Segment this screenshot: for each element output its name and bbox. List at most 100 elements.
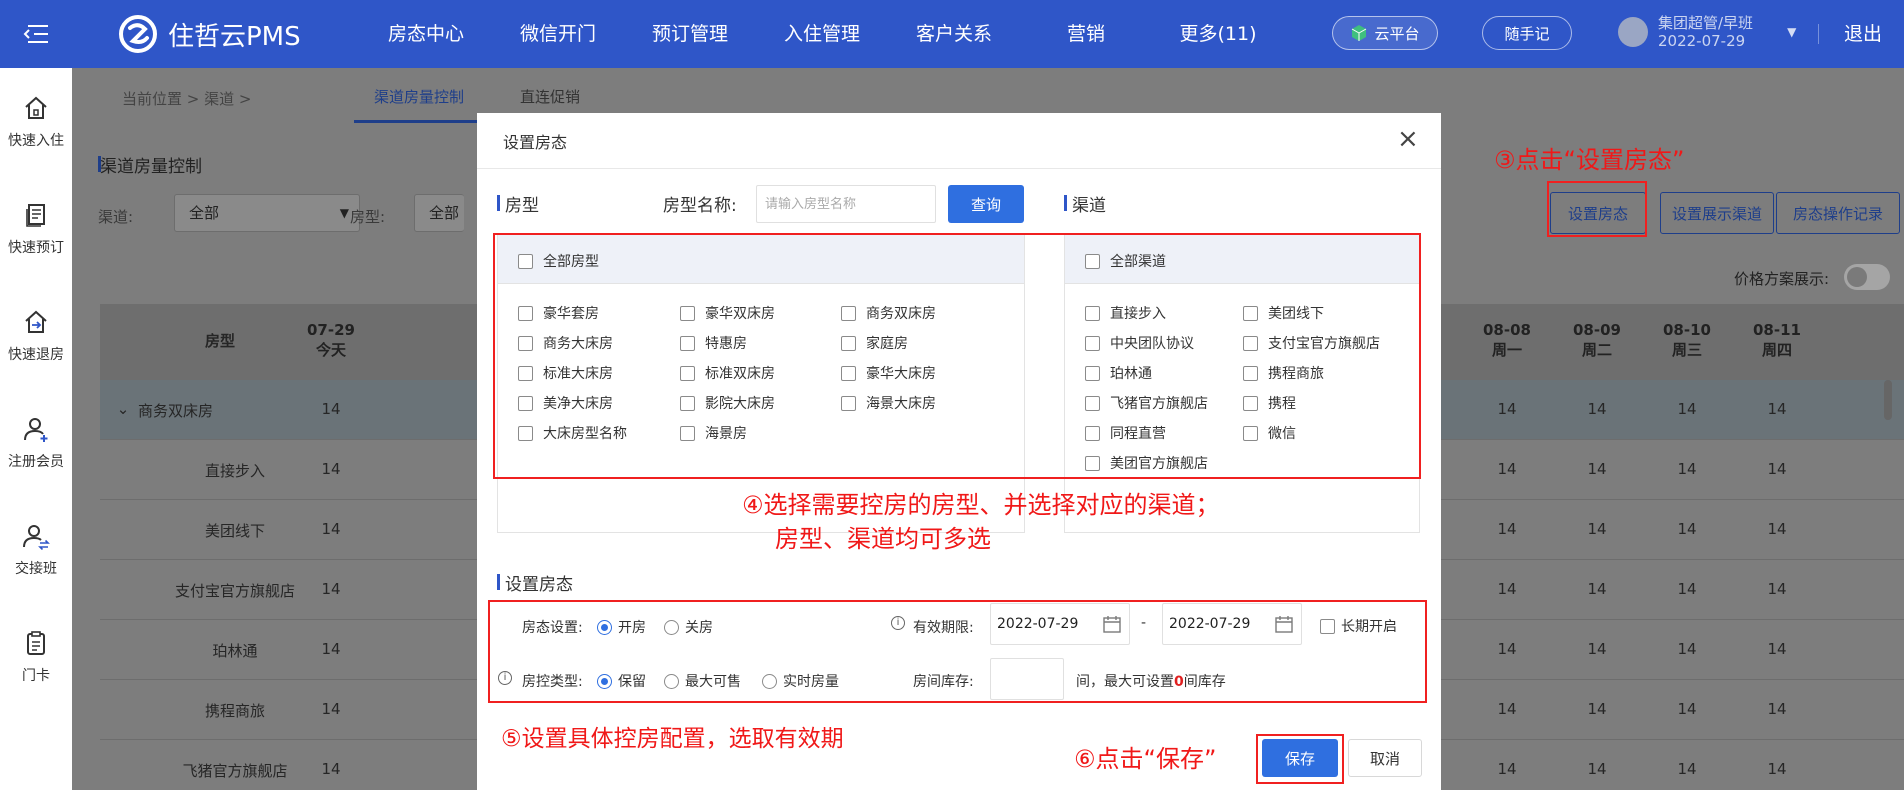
inventory-cell[interactable]: 14 (1552, 520, 1642, 538)
inventory-cell[interactable]: 14 (1552, 400, 1642, 418)
inventory-cell[interactable]: 14 (1552, 580, 1642, 598)
set-room-status-dialog: 设置房态 × 房型 房型名称: 查询 全部房型 豪华套房 豪华双床房 商务双床房… (477, 113, 1441, 790)
room-status-log-button[interactable]: 房态操作记录 (1776, 192, 1900, 234)
inventory-cell[interactable]: 14 (286, 520, 376, 538)
filter-roomtype-label: 房型: (350, 208, 386, 226)
annotation-step4: ④选择需要控房的房型、并选择对应的渠道； (742, 491, 1220, 519)
inventory-cell[interactable]: 14 (286, 580, 376, 598)
nav-item-more[interactable]: 更多(11) (1152, 0, 1284, 68)
sidebar-item-door-card[interactable]: 门卡 (0, 603, 72, 710)
highlight-box (1547, 181, 1647, 237)
inventory-cell[interactable]: 14 (286, 460, 376, 478)
inventory-cell[interactable]: 14 (1642, 640, 1732, 658)
tab-channel-room-control[interactable]: 渠道房量控制 (374, 86, 464, 107)
sidebar-label: 快速入住 (8, 132, 64, 149)
sidebar-item-quick-checkout[interactable]: 快速退房 (0, 282, 72, 389)
caret-down-icon: ▼ (1787, 25, 1797, 39)
app-logo[interactable]: 住哲云PMS (118, 14, 301, 54)
inventory-cell[interactable]: 14 (1462, 460, 1552, 478)
door-card-icon (27, 630, 45, 655)
roomtype-select[interactable]: 全部 (414, 194, 464, 232)
price-plan-toggle[interactable] (1844, 264, 1890, 290)
inventory-cell[interactable]: 14 (1642, 520, 1732, 538)
weekday-label: 今天 (315, 341, 346, 359)
inventory-cell[interactable]: 14 (1642, 400, 1732, 418)
dialog-title: 设置房态 (503, 133, 568, 152)
close-icon[interactable]: × (1397, 125, 1419, 153)
swap-user-icon (23, 524, 50, 550)
inventory-cell[interactable]: 14 (1642, 580, 1732, 598)
roomtype-search-input[interactable] (756, 185, 936, 223)
inventory-cell[interactable]: 14 (1732, 580, 1822, 598)
filter-channel-label: 渠道: (98, 208, 134, 226)
row-label: 商务双床房 (138, 402, 214, 420)
inventory-cell[interactable]: 14 (1732, 640, 1822, 658)
nav-item-room-status[interactable]: 房态中心 (360, 0, 492, 68)
sidebar-item-quick-checkin[interactable]: 快速入住 (0, 68, 72, 175)
nav-item-marketing[interactable]: 营销 (1020, 0, 1152, 68)
cancel-button[interactable]: 取消 (1348, 739, 1422, 777)
nav-item-crm[interactable]: 客户关系 (888, 0, 1020, 68)
sidebar-label: 门卡 (22, 667, 50, 684)
tab-direct-promotion[interactable]: 直连促销 (520, 86, 580, 107)
channel-select[interactable]: 全部 ▼ (174, 194, 360, 232)
inventory-cell[interactable]: 14 (286, 640, 376, 658)
query-button[interactable]: 查询 (948, 185, 1024, 223)
inventory-cell[interactable]: 14 (1462, 400, 1552, 418)
highlight-box (493, 233, 1421, 479)
date-label: 08-10 (1663, 321, 1711, 339)
sidebar-item-shift-handover[interactable]: 交接班 (0, 496, 72, 603)
inventory-cell[interactable]: 14 (1552, 460, 1642, 478)
inventory-cell[interactable]: 14 (286, 400, 376, 418)
inventory-cell[interactable]: 14 (1552, 700, 1642, 718)
inventory-cell[interactable]: 14 (286, 700, 376, 718)
col-header-date: 08-08 周一 (1462, 320, 1552, 360)
inventory-cell[interactable]: 14 (1732, 760, 1822, 778)
inventory-cell[interactable]: 14 (1732, 400, 1822, 418)
inventory-cell[interactable]: 14 (1462, 520, 1552, 538)
cloud-platform-button[interactable]: 云平台 (1332, 16, 1438, 50)
user-menu[interactable]: 集团超管/早班 2022-07-29 ▼ (1618, 14, 1796, 50)
user-date: 2022-07-29 (1658, 32, 1746, 50)
sidebar-item-register-member[interactable]: 注册会员 (0, 389, 72, 496)
inventory-cell[interactable]: 14 (1642, 460, 1732, 478)
col-header-date: 08-11 周四 (1732, 320, 1822, 360)
sidebar-item-quick-booking[interactable]: 快速预订 (0, 175, 72, 282)
scrollbar[interactable] (1884, 380, 1892, 420)
inventory-cell[interactable]: 14 (1732, 700, 1822, 718)
inventory-cell[interactable]: 14 (286, 760, 376, 778)
annotation-step3: ③点击“设置房态” (1494, 146, 1685, 174)
col-header-roomtype: 房型 (204, 332, 235, 350)
logo-icon (119, 15, 157, 53)
inventory-cell[interactable]: 14 (1552, 760, 1642, 778)
chevron-down-icon: ▼ (339, 206, 349, 220)
main-nav: 房态中心 微信开门 预订管理 入住管理 客户关系 营销 更多(11) (360, 0, 1284, 68)
memo-button[interactable]: 随手记 (1482, 16, 1572, 50)
nav-item-checkin[interactable]: 入住管理 (756, 0, 888, 68)
booking-list-icon (26, 203, 45, 227)
nav-item-wechat-door[interactable]: 微信开门 (492, 0, 624, 68)
inventory-cell[interactable]: 14 (1462, 640, 1552, 658)
logout-link[interactable]: 退出 (1844, 0, 1882, 68)
menu-toggle-icon[interactable] (0, 0, 72, 68)
weekday-label: 周三 (1671, 341, 1702, 359)
col-header-date: 08-10 周三 (1642, 320, 1732, 360)
inventory-cell[interactable]: 14 (1462, 760, 1552, 778)
sidebar-label: 快速退房 (8, 346, 64, 363)
inventory-cell[interactable]: 14 (1732, 460, 1822, 478)
nav-item-booking[interactable]: 预订管理 (624, 0, 756, 68)
inventory-cell[interactable]: 14 (1552, 640, 1642, 658)
add-user-icon (24, 417, 48, 442)
inventory-cell[interactable]: 14 (1462, 580, 1552, 598)
inventory-cell[interactable]: 14 (1462, 700, 1552, 718)
inventory-cell[interactable]: 14 (1642, 700, 1732, 718)
roomtype-select-value: 全部 (429, 204, 460, 222)
inventory-cell[interactable]: 14 (1642, 760, 1732, 778)
set-display-channel-button[interactable]: 设置展示渠道 (1660, 192, 1774, 234)
collapse-caret-icon[interactable]: ⌄ (116, 400, 130, 418)
home-icon (25, 96, 47, 119)
cube-icon (1352, 25, 1367, 41)
inventory-cell[interactable]: 14 (1732, 520, 1822, 538)
weekday-label: 周一 (1491, 341, 1522, 359)
checkout-home-icon (25, 310, 47, 333)
